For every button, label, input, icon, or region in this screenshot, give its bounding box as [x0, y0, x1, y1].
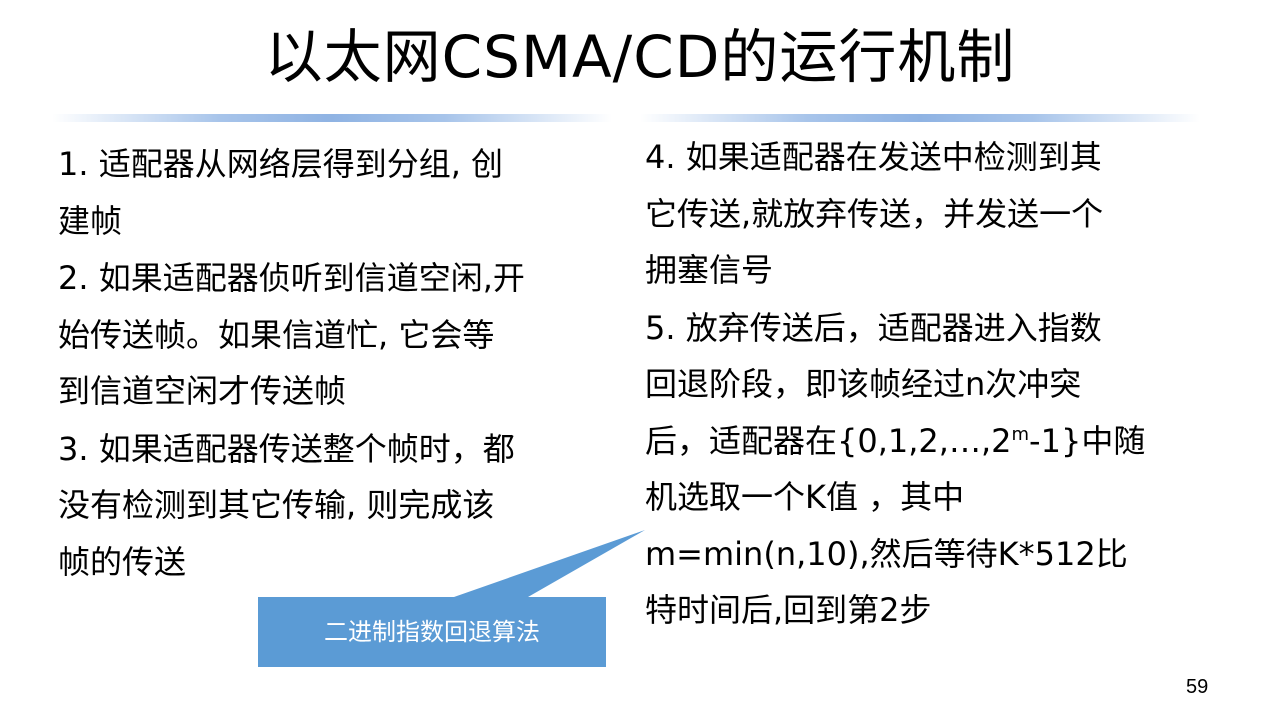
- item-5-line-3-post: -1}中随: [1029, 421, 1146, 460]
- item-4-line-1: 4. 如果适配器在发送中检测到其: [645, 138, 1102, 176]
- item-2-line-3: 到信道空闲才传送帧: [58, 372, 347, 410]
- item-5-line-3-pre: 后，适配器在{0,1,2,…,2: [645, 421, 1012, 460]
- item-4-line-3: 拥塞信号: [645, 251, 774, 289]
- right-column: 4. 如果适配器在发送中检测到其 它传送,就放弃传送，并发送一个 拥塞信号 5.…: [645, 129, 1205, 640]
- item-1-line-2: 建帧: [58, 201, 123, 240]
- item-5-line-6: 特时间后,回到第2步: [645, 591, 932, 629]
- callout-label: 二进制指数回退算法: [324, 618, 540, 646]
- item-2-line-2: 始传送帧。如果信道忙, 它会等: [58, 315, 495, 354]
- page-number: 59: [1186, 676, 1209, 698]
- item-3-line-3: 帧的传送: [58, 542, 187, 581]
- item-3-line-2: 没有检测到其它传输, 则完成该: [58, 486, 495, 524]
- item-5-line-5: m=min(n,10),然后等待K*512比: [645, 534, 1128, 573]
- item-5-line-2: 回退阶段，即该帧经过n次冲突: [645, 365, 1082, 403]
- slide-title: 以太网CSMA/CD的运行机制: [264, 23, 1016, 91]
- list-item-3: 3. 如果适配器传送整个帧时，都 没有检测到其它传输, 则完成该 帧的传送: [58, 421, 618, 591]
- list-item-5: 5. 放弃传送后，适配器进入指数 回退阶段，即该帧经过n次冲突 后，适配器在{0…: [645, 300, 1205, 639]
- item-4-line-2: 它传送,就放弃传送，并发送一个: [645, 194, 1104, 233]
- item-3-line-1: 3. 如果适配器传送整个帧时，都: [58, 429, 515, 468]
- item-5-line-3: 后，适配器在{0,1,2,…,2m-1}中随: [645, 413, 1205, 470]
- item-5-line-4: 机选取一个K值 ，其中: [645, 478, 965, 516]
- list-item-4: 4. 如果适配器在发送中检测到其 它传送,就放弃传送，并发送一个 拥塞信号: [645, 129, 1205, 299]
- title-underline-right: [640, 114, 1200, 122]
- list-item-1: 1. 适配器从网络层得到分组, 创 建帧: [58, 136, 618, 249]
- left-column: 1. 适配器从网络层得到分组, 创 建帧 2. 如果适配器侦听到信道空闲,开 始…: [58, 136, 618, 591]
- item-5-line-1: 5. 放弃传送后，适配器进入指数: [645, 308, 1102, 347]
- title-underline-left: [52, 114, 612, 122]
- list-item-2: 2. 如果适配器侦听到信道空闲,开 始传送帧。如果信道忙, 它会等 到信道空闲才…: [58, 250, 618, 420]
- exponent-m: m: [1011, 423, 1030, 445]
- item-2-line-1: 2. 如果适配器侦听到信道空闲,开: [58, 259, 525, 297]
- item-1-line-1: 1. 适配器从网络层得到分组, 创: [58, 145, 504, 183]
